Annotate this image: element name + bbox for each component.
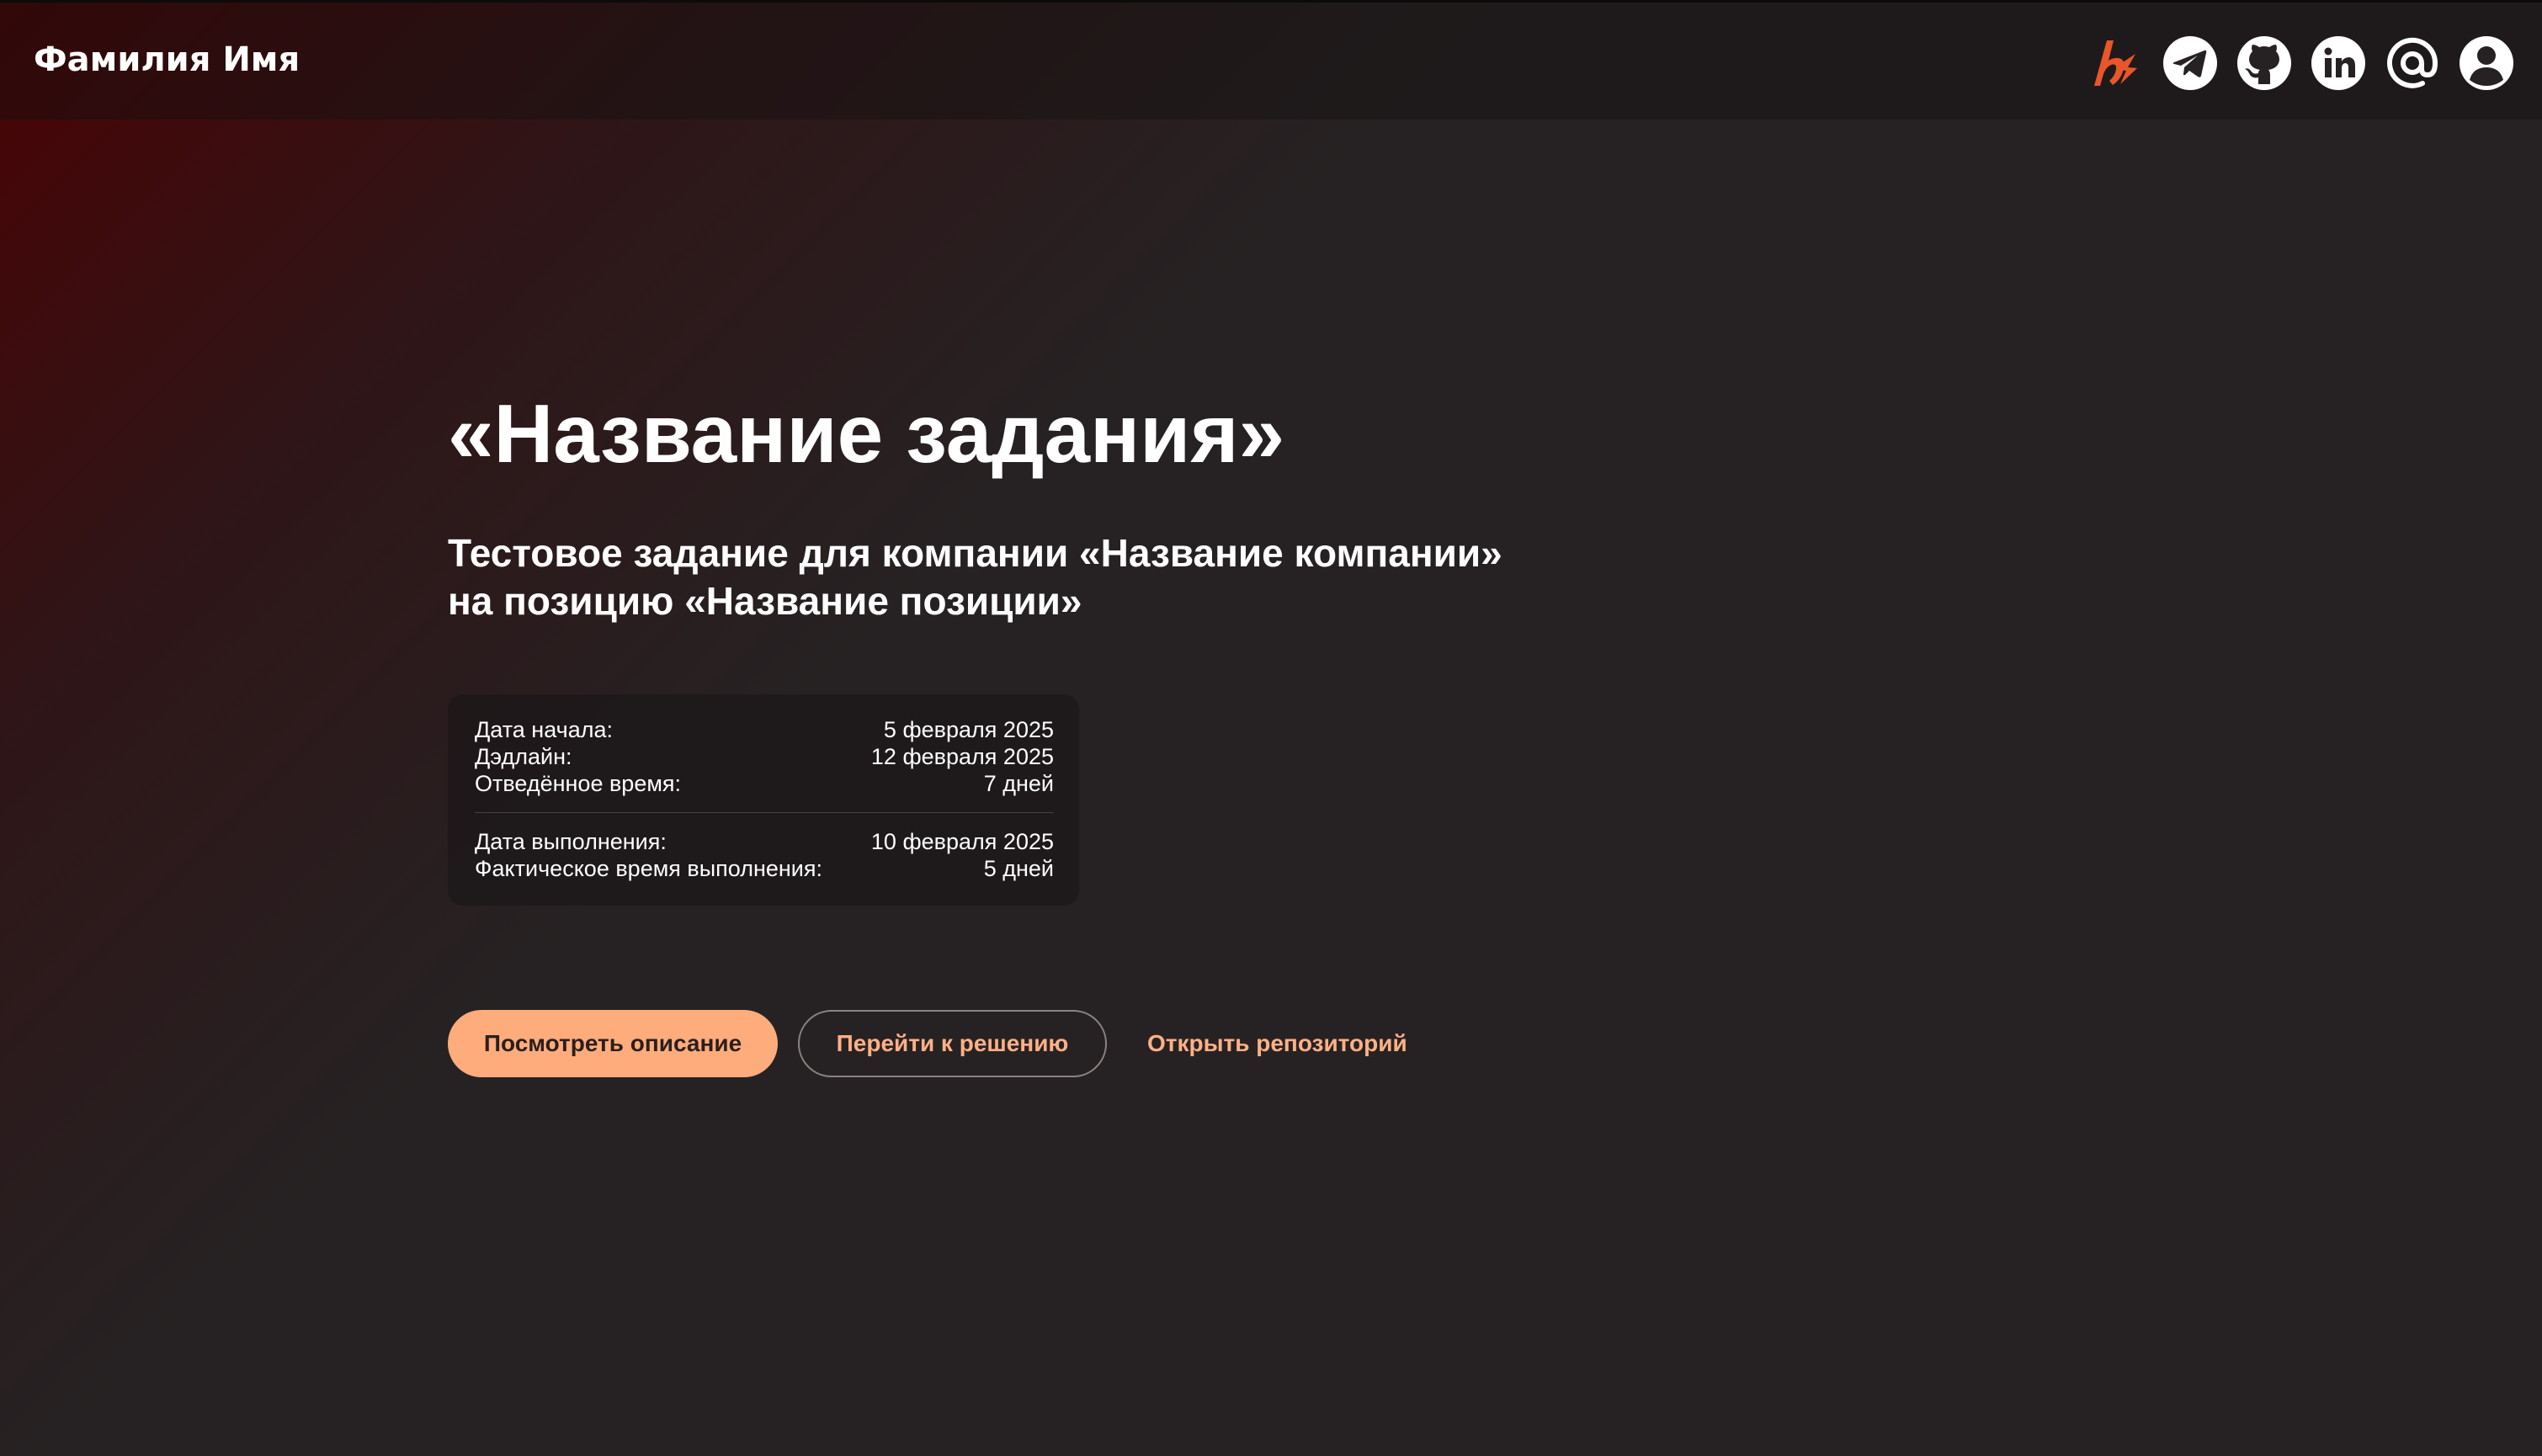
info-label: Дата начала: <box>475 717 613 742</box>
github-icon[interactable] <box>2236 35 2292 91</box>
info-row-deadline: Дэдлайн: 12 февраля 2025 <box>475 743 1054 770</box>
go-to-solution-button[interactable]: Перейти к решению <box>798 1010 1107 1077</box>
info-row-allotted-time: Отведённое время: 7 дней <box>475 770 1054 797</box>
info-row-actual-time: Фактическое время выполнения: 5 дней <box>475 855 1054 882</box>
view-description-button[interactable]: Посмотреть описание <box>448 1010 778 1077</box>
info-label: Дэдлайн: <box>475 744 572 769</box>
brand-name[interactable]: Фамилия Имя <box>34 40 300 80</box>
open-repository-link[interactable]: Открыть репозиторий <box>1147 1030 1407 1057</box>
info-row-completion-date: Дата выполнения: 10 февраля 2025 <box>475 828 1054 855</box>
task-info-card: Дата начала: 5 февраля 2025 Дэдлайн: 12 … <box>448 694 1079 906</box>
top-header: Фамилия Имя <box>0 0 2542 120</box>
habr-icon[interactable] <box>2088 35 2144 91</box>
info-value: 5 февраля 2025 <box>883 717 1054 742</box>
info-label: Фактическое время выполнения: <box>475 856 822 881</box>
info-value: 7 дней <box>983 771 1054 796</box>
subtitle-position-line: на позицию «Название позиции» <box>448 579 1082 623</box>
telegram-icon[interactable] <box>2162 35 2218 91</box>
subtitle-company-line: Тестовое задание для компании «Название … <box>448 531 1502 575</box>
profile-icon[interactable] <box>2459 35 2514 91</box>
info-label: Отведённое время: <box>475 771 682 796</box>
task-hero: «Название задания» Тестовое задание для … <box>448 383 1710 1077</box>
info-divider <box>475 812 1054 813</box>
linkedin-icon[interactable] <box>2311 35 2366 91</box>
email-at-icon[interactable] <box>2385 35 2440 91</box>
social-links <box>2070 35 2514 92</box>
task-title: «Название задания» <box>448 387 1285 480</box>
info-label: Дата выполнения: <box>475 829 667 854</box>
info-value: 5 дней <box>983 856 1054 881</box>
info-value: 12 февраля 2025 <box>870 744 1054 769</box>
info-value: 10 февраля 2025 <box>870 829 1054 854</box>
info-row-start-date: Дата начала: 5 февраля 2025 <box>475 716 1054 743</box>
task-actions: Посмотреть описание Перейти к решению От… <box>448 1010 1710 1077</box>
task-subtitle: Тестовое задание для компании «Название … <box>448 529 1710 625</box>
